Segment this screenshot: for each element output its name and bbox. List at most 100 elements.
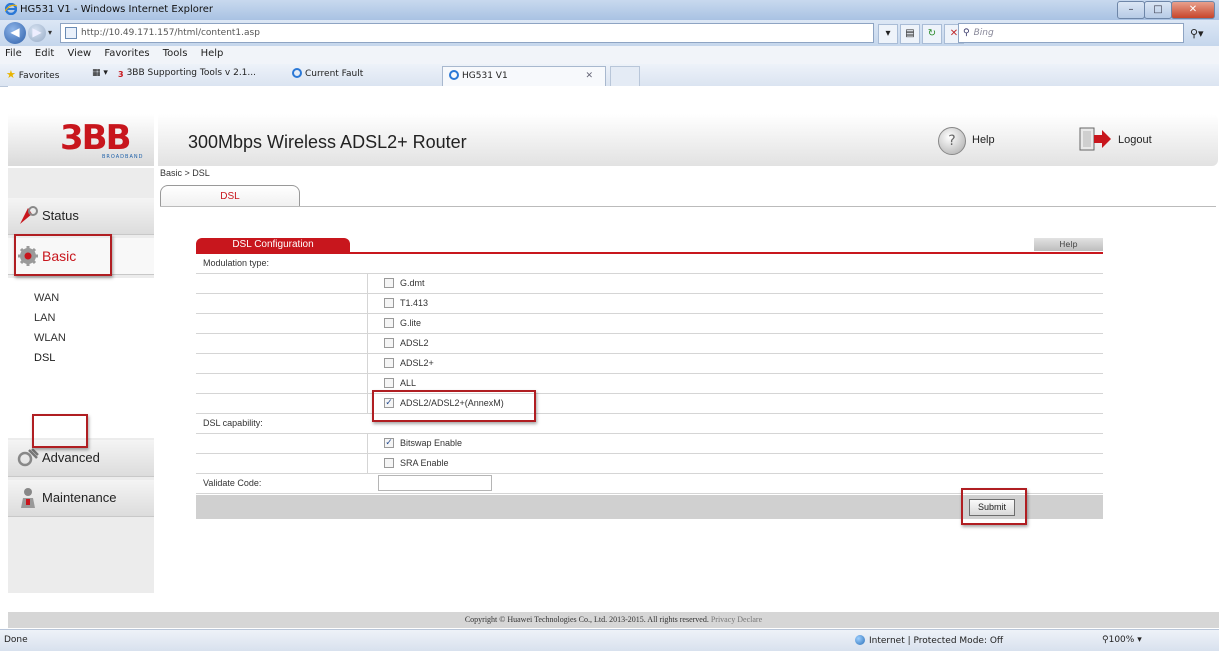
window-title: HG531 V1 - Windows Internet Explorer: [20, 4, 214, 15]
security-zone[interactable]: Internet | Protected Mode: Off: [855, 635, 1003, 646]
checkbox-t1413[interactable]: [384, 298, 394, 308]
sidebar-item-status[interactable]: Status: [8, 198, 154, 235]
globe-icon: [855, 635, 865, 645]
checkbox-all[interactable]: [384, 378, 394, 388]
address-toolbar: ◀ ▶ ▾ http://10.49.171.157/html/content1…: [0, 20, 1219, 46]
menu-favorites[interactable]: Favorites: [99, 46, 154, 59]
address-dropdown-icon[interactable]: ▾: [878, 24, 898, 44]
close-window-icon[interactable]: ✕: [1171, 1, 1215, 19]
compatibility-view-icon[interactable]: ▤: [900, 24, 920, 44]
form-row: Modulation type:: [196, 254, 1103, 274]
panel-footer: Submit: [196, 495, 1103, 519]
router-header: 300Mbps Wireless ADSL2+ Router ? Help Lo…: [158, 114, 1218, 166]
tab-dsl[interactable]: DSL: [160, 185, 300, 207]
back-button[interactable]: ◀: [4, 22, 26, 44]
router-page: 3BB BROADBAND 300Mbps Wireless ADSL2+ Ro…: [8, 86, 1219, 613]
logo-cell: 3BB BROADBAND: [8, 114, 154, 166]
favorites-bar: ★ Favorites ▦ ▾ 3 3BB Supporting Tools v …: [0, 64, 1219, 87]
3bb-favicon-icon: 3: [118, 70, 124, 79]
forward-button[interactable]: ▶: [28, 24, 46, 42]
sidebar-subitem-lan[interactable]: LAN: [34, 312, 55, 324]
maximize-icon[interactable]: □: [1144, 1, 1172, 19]
menu-file[interactable]: File: [0, 46, 27, 59]
option-label: ADSL2/ADSL2+(AnnexM): [400, 398, 504, 408]
logout-icon[interactable]: [1078, 126, 1112, 152]
option-label: Bitswap Enable: [400, 438, 463, 448]
search-go-icon[interactable]: ⚲▾: [1190, 27, 1204, 40]
form-row: ✓ Bitswap Enable: [196, 434, 1103, 454]
recent-pages-dropdown-icon[interactable]: ▾: [48, 28, 52, 37]
address-bar[interactable]: http://10.49.171.157/html/content1.asp: [60, 23, 874, 43]
row-cell: [367, 474, 1103, 493]
checkbox-adsl2plus[interactable]: [384, 358, 394, 368]
menu-help[interactable]: Help: [196, 46, 229, 59]
help-icon[interactable]: ?: [938, 127, 966, 155]
ie-page-icon: [292, 68, 302, 78]
ie-page-icon: [449, 70, 459, 80]
modulation-type-label: Modulation type:: [203, 258, 270, 268]
breadcrumb: Basic > DSL: [160, 168, 210, 178]
fav-link-3bb-tools-label: 3BB Supporting Tools v 2.1...: [126, 68, 256, 78]
option-label: G.dmt: [400, 278, 425, 288]
window-controls: – □ ✕: [1117, 1, 1215, 19]
dsl-config-panel: DSL Configuration Help Modulation type: …: [196, 238, 1104, 525]
sidebar-subitem-dsl[interactable]: DSL: [34, 352, 55, 364]
checkbox-glite[interactable]: [384, 318, 394, 328]
row-cell: G.dmt: [367, 274, 1104, 293]
sidebar-item-maintenance[interactable]: Maintenance: [8, 480, 154, 517]
logout-link[interactable]: Logout: [1118, 134, 1152, 146]
sidebar-item-basic[interactable]: Basic: [8, 238, 154, 275]
row-cell: G.lite: [367, 314, 1104, 333]
menu-tools[interactable]: Tools: [158, 46, 193, 59]
refresh-icon[interactable]: ↻: [922, 24, 942, 44]
sidebar-subitem-wlan[interactable]: WLAN: [34, 332, 66, 344]
search-input[interactable]: ⚲ Bing: [958, 23, 1184, 43]
zoom-control[interactable]: ⚲100% ▾: [1102, 635, 1142, 645]
checkbox-adsl2[interactable]: [384, 338, 394, 348]
fav-link-current-fault[interactable]: Current Fault: [292, 68, 363, 79]
status-icon: [20, 206, 38, 224]
privacy-link[interactable]: Privacy Declare: [711, 615, 762, 624]
validate-code-input[interactable]: [378, 475, 492, 491]
minimize-icon[interactable]: –: [1117, 1, 1145, 19]
form-row: ALL: [196, 374, 1103, 394]
tab-hg531[interactable]: HG531 V1 ✕: [442, 66, 606, 86]
checkbox-gdmt[interactable]: [384, 278, 394, 288]
option-label: ALL: [400, 378, 417, 388]
submit-button[interactable]: Submit: [969, 499, 1015, 516]
tab-divider: [160, 206, 1216, 207]
page-title: 300Mbps Wireless ADSL2+ Router: [188, 132, 467, 152]
logo-text: 3BB: [60, 118, 131, 158]
sidebar-item-advanced[interactable]: Advanced: [8, 440, 154, 477]
favorites-label: Favorites: [18, 71, 60, 81]
checkbox-adsl2-annexm[interactable]: ✓: [384, 398, 394, 408]
sidebar-item-label: Basic: [42, 248, 77, 264]
maintenance-person-icon: [21, 488, 35, 508]
panel-help-button[interactable]: Help: [1034, 238, 1103, 251]
option-label: T1.413: [400, 298, 429, 308]
sidebar-subitem-wan[interactable]: WAN: [34, 292, 59, 304]
row-cell: ADSL2+: [367, 354, 1104, 373]
logo-subtext: BROADBAND: [102, 154, 144, 160]
address-url: http://10.49.171.157/html/content1.asp: [81, 28, 260, 38]
help-link[interactable]: Help: [972, 134, 995, 146]
favorites-button[interactable]: ★ Favorites: [6, 68, 59, 81]
fav-link-3bb-tools[interactable]: 3 3BB Supporting Tools v 2.1...: [118, 68, 256, 80]
menu-edit[interactable]: Edit: [30, 46, 59, 59]
form-row: SRA Enable: [196, 454, 1103, 474]
copyright-bar: Copyright © Huawei Technologies Co., Ltd…: [8, 612, 1219, 628]
menu-view[interactable]: View: [62, 46, 96, 59]
address-tools: ▾ ▤ ↻ ✕: [878, 24, 964, 44]
sidebar-item-label: Maintenance: [42, 490, 117, 505]
checkbox-sra[interactable]: [384, 458, 394, 468]
checkbox-bitswap[interactable]: ✓: [384, 438, 394, 448]
sidebar-item-label: Advanced: [42, 450, 100, 465]
form-row: G.dmt: [196, 274, 1103, 294]
sidebar: Status Basic WAN LAN WLAN DSL Advanced M…: [8, 168, 154, 593]
ie-logo-icon: [5, 3, 17, 15]
new-tab-button[interactable]: [610, 66, 640, 87]
row-cell: SRA Enable: [367, 454, 1104, 473]
suggested-sites-icon[interactable]: ▦ ▾: [92, 68, 108, 78]
close-tab-icon[interactable]: ✕: [585, 67, 593, 85]
security-zone-label: Internet | Protected Mode: Off: [869, 636, 1004, 646]
